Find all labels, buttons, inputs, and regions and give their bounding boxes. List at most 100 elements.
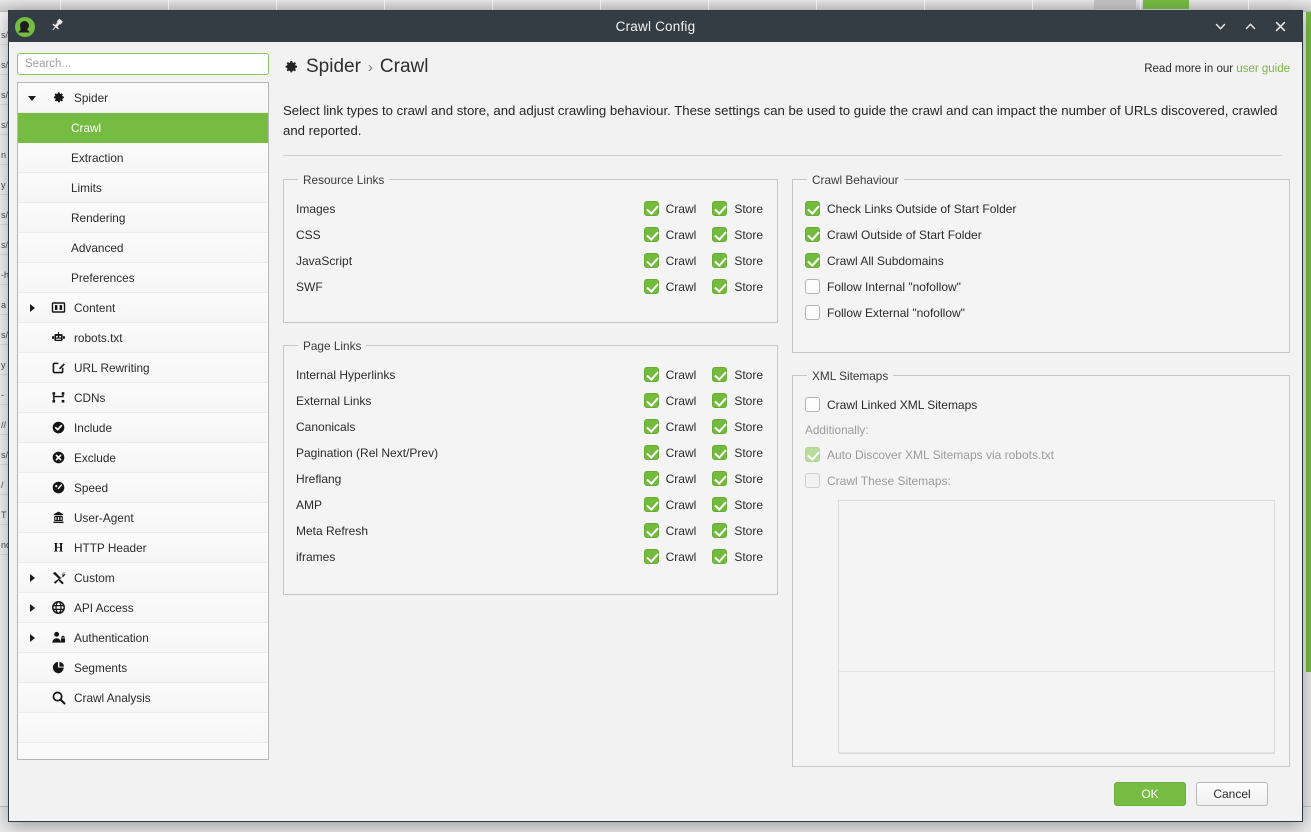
breadcrumb-current: Crawl xyxy=(379,56,429,77)
crawl-label: Crawl xyxy=(665,279,697,294)
store-checkbox[interactable]: Store xyxy=(712,445,763,461)
crawl-checkbox[interactable]: Crawl xyxy=(643,445,696,461)
link-type-label: Pagination (Rel Next/Prev) xyxy=(296,445,439,460)
crawl-checkbox[interactable]: Crawl xyxy=(643,549,696,565)
pin-icon[interactable] xyxy=(49,17,67,37)
letter-h-icon: H xyxy=(46,540,70,555)
sidebar-item-label: API Access xyxy=(74,600,134,615)
sidebar-item-limits[interactable]: Limits xyxy=(18,173,268,203)
cancel-button[interactable]: Cancel xyxy=(1196,782,1268,806)
sidebar-item-extraction[interactable]: Extraction xyxy=(18,143,268,173)
window-title: Crawl Config xyxy=(615,19,696,34)
sidebar-item-authentication[interactable]: Authentication xyxy=(18,623,268,653)
behaviour-option-label: Crawl All Subdomains xyxy=(827,253,944,268)
sidebar-item-http-header[interactable]: H HTTP Header xyxy=(18,533,268,563)
checkbox-box xyxy=(712,227,728,243)
sidebar-item-preferences[interactable]: Preferences xyxy=(18,263,268,293)
sidebar-item-segments[interactable]: Segments xyxy=(18,653,268,683)
checkbox-box xyxy=(643,523,659,539)
auto-discover-row: Auto Discover XML Sitemaps via robots.tx… xyxy=(805,442,1275,468)
dialog-footer: OK Cancel xyxy=(9,773,1302,821)
behaviour-option-checkbox[interactable]: Check Links Outside of Start Folder xyxy=(805,201,1017,217)
chevron-right-icon[interactable] xyxy=(18,633,46,643)
maximize-button[interactable] xyxy=(1236,14,1264,40)
store-checkbox[interactable]: Store xyxy=(712,201,763,217)
behaviour-option-checkbox[interactable]: Follow External "nofollow" xyxy=(805,305,965,321)
crawl-checkbox[interactable]: Crawl xyxy=(643,367,696,383)
crawl-checkbox[interactable]: Crawl xyxy=(643,253,696,269)
store-label: Store xyxy=(734,367,763,382)
ok-button[interactable]: OK xyxy=(1114,782,1186,806)
sidebar-item-custom[interactable]: Custom xyxy=(18,563,268,593)
link-type-checkboxes: Crawl Store xyxy=(643,253,763,269)
store-checkbox[interactable]: Store xyxy=(712,497,763,513)
chevron-right-icon[interactable] xyxy=(18,603,46,613)
sidebar-item-rendering[interactable]: Rendering xyxy=(18,203,268,233)
breadcrumb-parent[interactable]: Spider xyxy=(306,56,361,78)
store-checkbox[interactable]: Store xyxy=(712,549,763,565)
store-checkbox[interactable]: Store xyxy=(712,367,763,383)
sidebar: Spider Crawl Extraction Limits Rendering Adva… xyxy=(17,50,269,773)
store-checkbox[interactable]: Store xyxy=(712,227,763,243)
sidebar-item-robots-txt[interactable]: robots.txt xyxy=(18,323,268,353)
sidebar-item-label: User-Agent xyxy=(74,510,134,525)
link-type-row: Pagination (Rel Next/Prev) Crawl Store xyxy=(296,440,763,466)
sidebar-item-exclude[interactable]: Exclude xyxy=(18,443,268,473)
minimize-button[interactable] xyxy=(1206,14,1234,40)
checkbox-box xyxy=(805,305,820,321)
store-checkbox[interactable]: Store xyxy=(712,471,763,487)
page-links-rows: Internal Hyperlinks Crawl Store External Li… xyxy=(296,362,763,570)
chevron-right-icon[interactable] xyxy=(18,303,46,313)
behaviour-option-checkbox[interactable]: Crawl Outside of Start Folder xyxy=(805,227,982,243)
sidebar-item-speed[interactable]: Speed xyxy=(18,473,268,503)
link-type-checkboxes: Crawl Store xyxy=(643,471,763,487)
crawl-checkbox[interactable]: Crawl xyxy=(643,471,696,487)
sitemap-urls-textarea[interactable] xyxy=(839,501,1274,673)
store-checkbox[interactable]: Store xyxy=(712,253,763,269)
read-more-text: Read more in our user guide xyxy=(1144,63,1290,78)
sitemap-list-area xyxy=(838,499,1275,754)
search-input[interactable] xyxy=(17,53,269,75)
sidebar-item-crawl-analysis[interactable]: Crawl Analysis xyxy=(18,683,268,713)
sidebar-item-user-agent[interactable]: User-Agent xyxy=(18,503,268,533)
crawl-checkbox[interactable]: Crawl xyxy=(643,201,696,217)
sidebar-item-spider[interactable]: Spider xyxy=(18,83,268,113)
store-checkbox[interactable]: Store xyxy=(712,279,763,295)
crawl-checkbox[interactable]: Crawl xyxy=(643,393,696,409)
spider-logo-icon xyxy=(15,16,35,37)
crawl-checkbox[interactable]: Crawl xyxy=(643,419,696,435)
link-type-label: SWF xyxy=(296,279,323,294)
checkbox-box xyxy=(712,367,728,383)
behaviour-option-label: Check Links Outside of Start Folder xyxy=(827,201,1017,216)
crawl-behaviour-row: Check Links Outside of Start Folder xyxy=(805,196,1275,222)
crawl-checkbox[interactable]: Crawl xyxy=(643,227,696,243)
crawl-checkbox[interactable]: Crawl xyxy=(643,497,696,513)
sitemap-secondary-textarea[interactable] xyxy=(839,672,1274,753)
sidebar-item-crawl[interactable]: Crawl xyxy=(18,113,268,143)
sidebar-item-api-access[interactable]: API Access xyxy=(18,593,268,623)
chevron-down-icon[interactable] xyxy=(18,93,46,103)
sidebar-item-url-rewriting[interactable]: URL Rewriting xyxy=(18,353,268,383)
sidebar-item-cdns[interactable]: CDNs xyxy=(18,383,268,413)
sidebar-item-content[interactable]: Content xyxy=(18,293,268,323)
store-checkbox[interactable]: Store xyxy=(712,419,763,435)
crawl-linked-sitemaps-checkbox[interactable]: Crawl Linked XML Sitemaps xyxy=(805,397,977,413)
window-controls xyxy=(1206,11,1302,42)
left-column: Resource Links Images Crawl Store CSS Crawl S… xyxy=(283,172,778,767)
crawl-these-sitemaps-checkbox[interactable]: Crawl These Sitemaps: xyxy=(805,473,951,489)
sidebar-item-include[interactable]: Include xyxy=(18,413,268,443)
store-checkbox[interactable]: Store xyxy=(712,523,763,539)
sidebar-item-advanced[interactable]: Advanced xyxy=(18,233,268,263)
checkbox-box xyxy=(643,471,659,487)
store-checkbox[interactable]: Store xyxy=(712,393,763,409)
crawl-checkbox[interactable]: Crawl xyxy=(643,279,697,295)
chevron-right-icon[interactable] xyxy=(18,573,46,583)
close-button[interactable] xyxy=(1266,14,1294,40)
link-type-label: Hreflang xyxy=(296,471,342,486)
auto-discover-sitemaps-checkbox[interactable]: Auto Discover XML Sitemaps via robots.tx… xyxy=(805,447,1054,463)
sidebar-empty-row xyxy=(18,743,268,759)
crawl-checkbox[interactable]: Crawl xyxy=(643,523,696,539)
behaviour-option-checkbox[interactable]: Follow Internal "nofollow" xyxy=(805,279,961,295)
user-guide-link[interactable]: user guide xyxy=(1236,63,1290,75)
behaviour-option-checkbox[interactable]: Crawl All Subdomains xyxy=(805,253,944,269)
